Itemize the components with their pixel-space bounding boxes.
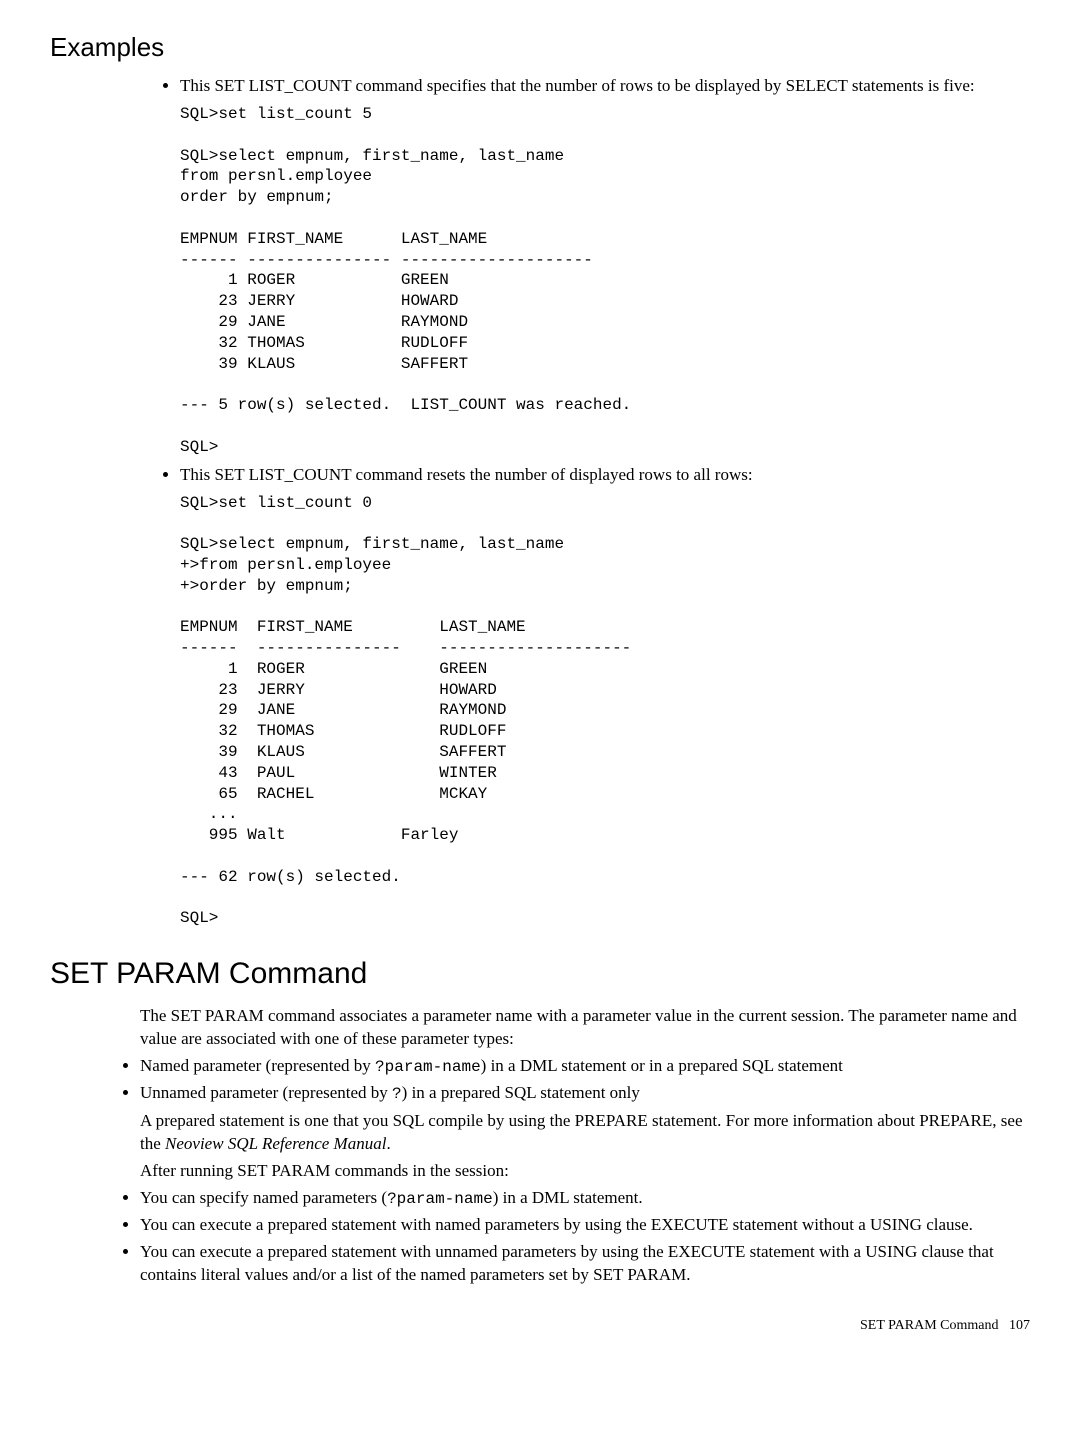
- set-param-intro: The SET PARAM command associates a param…: [140, 1005, 1030, 1051]
- examples-list-2: This SET LIST_COUNT command resets the n…: [140, 464, 1030, 487]
- page-footer: SET PARAM Command 107: [50, 1317, 1030, 1336]
- spec-post: ) in a DML statement.: [493, 1188, 643, 1207]
- prepared-statement-para: A prepared statement is one that you SQL…: [140, 1110, 1030, 1156]
- unnamed-pre: Unnamed parameter (represented by: [140, 1083, 392, 1102]
- named-post: ) in a DML statement or in a prepared SQ…: [481, 1056, 843, 1075]
- examples-heading: Examples: [50, 30, 1030, 65]
- param-types-list: Named parameter (represented by ?param-n…: [100, 1055, 1030, 1106]
- example-item-2: This SET LIST_COUNT command resets the n…: [180, 464, 1030, 487]
- named-param-item: Named parameter (represented by ?param-n…: [140, 1055, 1030, 1079]
- specify-named-item: You can specify named parameters (?param…: [140, 1187, 1030, 1211]
- example-item-1: This SET LIST_COUNT command specifies th…: [180, 75, 1030, 98]
- spec-pre: You can specify named parameters (: [140, 1188, 387, 1207]
- para2-post: .: [386, 1134, 390, 1153]
- exec2-text: You can execute a prepared statement wit…: [140, 1242, 994, 1284]
- set-param-heading: SET PARAM Command: [50, 954, 1030, 995]
- examples-list: This SET LIST_COUNT command specifies th…: [140, 75, 1030, 98]
- named-pre: Named parameter (represented by: [140, 1056, 375, 1075]
- code-block-2: SQL>set list_count 0 SQL>select empnum, …: [180, 493, 1030, 930]
- execute-named-item: You can execute a prepared statement wit…: [140, 1214, 1030, 1237]
- after-running-list: You can specify named parameters (?param…: [100, 1187, 1030, 1287]
- exec1-text: You can execute a prepared statement wit…: [140, 1215, 973, 1234]
- spec-code: ?param-name: [387, 1190, 493, 1208]
- after-running-para: After running SET PARAM commands in the …: [140, 1160, 1030, 1183]
- unnamed-code: ?: [392, 1085, 402, 1103]
- unnamed-param-item: Unnamed parameter (represented by ?) in …: [140, 1082, 1030, 1106]
- unnamed-post: ) in a prepared SQL statement only: [402, 1083, 640, 1102]
- code-block-1: SQL>set list_count 5 SQL>select empnum, …: [180, 104, 1030, 458]
- para2-italic: Neoview SQL Reference Manual: [165, 1134, 386, 1153]
- example2-text: This SET LIST_COUNT command resets the n…: [180, 465, 753, 484]
- named-code: ?param-name: [375, 1058, 481, 1076]
- execute-unnamed-item: You can execute a prepared statement wit…: [140, 1241, 1030, 1287]
- footer-page: 107: [1009, 1318, 1030, 1333]
- footer-label: SET PARAM Command: [860, 1318, 998, 1333]
- example1-text: This SET LIST_COUNT command specifies th…: [180, 76, 975, 95]
